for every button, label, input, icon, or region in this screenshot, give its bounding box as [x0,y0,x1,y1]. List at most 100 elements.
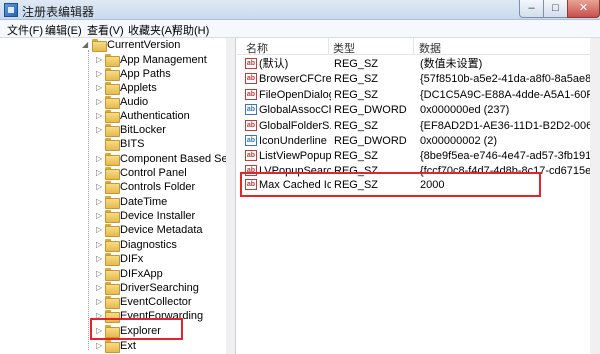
registry-editor-window: 注册表编辑器 – □ ✕ 文件(F) 编辑(E) 查看(V) 收藏夹(A) 帮助… [0,0,600,354]
tree-item-datetime[interactable]: ▷ DateTime [0,195,226,210]
tree-item-label: DateTime [120,196,168,208]
tree-item-control-panel[interactable]: ▷ Control Panel [0,166,226,181]
menu-bar: 文件(F) 编辑(E) 查看(V) 收藏夹(A) 帮助(H) [0,20,600,38]
maximize-button[interactable]: □ [543,0,568,18]
tree-collapsed-arrow-icon[interactable]: ▷ [96,283,102,292]
tree-collapsed-arrow-icon[interactable]: ▷ [96,211,102,220]
column-divider[interactable] [328,38,329,55]
tree-collapsed-arrow-icon[interactable]: ▷ [96,111,102,120]
column-divider[interactable] [413,38,414,55]
value-data: {57f8510b-a5e2-41da-a8f0-8a5ae85dfffd} [420,73,592,85]
tree-item-bitlocker[interactable]: ▷ BitLocker [0,123,226,138]
tree-collapsed-arrow-icon[interactable]: ▷ [96,154,102,163]
folder-icon [105,196,120,209]
column-header-name[interactable]: 名称 [246,40,268,56]
column-header-data[interactable]: 数据 [419,40,441,56]
tree-item-label: DriverSearching [120,282,199,294]
tree-item-label: BitLocker [120,124,166,136]
value-row[interactable]: ab GlobalFolderS... REG_SZ {EF8AD2D1-AE3… [237,118,600,134]
menu-edit[interactable]: 编辑(E) [45,22,82,38]
tree-collapsed-arrow-icon[interactable]: ▷ [96,297,102,306]
tree-item-controls-folder[interactable]: ▷ Controls Folder [0,180,226,195]
value-row[interactable]: ab GlobalAssocCh... REG_DWORD 0x000000ed… [237,102,600,118]
value-type: REG_SZ [334,89,379,101]
folder-icon [105,68,120,81]
menu-file[interactable]: 文件(F) [7,22,43,38]
tree-collapsed-arrow-icon[interactable]: ▷ [96,254,102,263]
value-name: FileOpenDialog [259,89,331,101]
tree-collapsed-arrow-icon[interactable]: ▷ [96,240,102,249]
folder-icon [105,153,120,166]
tree-collapsed-arrow-icon[interactable]: ▷ [96,69,102,78]
tree-item-label: Applets [120,82,157,94]
tree-item-difxapp[interactable]: ▷ DIFxApp [0,267,226,282]
tree-item-label: Authentication [120,110,190,122]
menu-favorites[interactable]: 收藏夹(A) [128,22,176,38]
binary-value-icon: ab [245,135,257,146]
folder-icon [105,138,120,151]
regedit-app-icon [4,3,18,17]
value-data: {EF8AD2D1-AE36-11D1-B2D2-006097DF8C11} [420,120,592,132]
tree-item-device-installer[interactable]: ▷ Device Installer [0,209,226,224]
tree-collapsed-arrow-icon[interactable]: ▷ [96,182,102,191]
folder-open-icon [92,39,107,52]
tree-item-label: Device Metadata [120,224,203,236]
tree-item-eventcollector[interactable]: ▷ EventCollector [0,295,226,310]
tree-item-driversearching[interactable]: ▷ DriverSearching [0,281,226,296]
tree-collapsed-arrow-icon[interactable]: ▷ [96,341,102,350]
tree-collapsed-arrow-icon[interactable]: ▷ [96,55,102,64]
menu-view[interactable]: 查看(V) [87,22,124,38]
value-type: REG_SZ [334,73,379,85]
tree-collapsed-arrow-icon[interactable]: ▷ [96,83,102,92]
tree-item-app-management[interactable]: ▷ App Management [0,53,226,68]
string-value-icon: ab [245,73,257,84]
value-type: REG_DWORD [334,135,407,147]
value-row[interactable]: ab ListViewPopup... REG_SZ {8be9f5ea-e74… [237,148,600,164]
value-name: BrowserCFCre... [259,73,331,85]
folder-icon [105,124,120,137]
tree-item-currentversion[interactable]: ◢ CurrentVersion [0,38,226,53]
value-data: 0x000000ed (237) [420,104,510,116]
value-row[interactable]: ab BrowserCFCre... REG_SZ {57f8510b-a5e2… [237,71,600,87]
menu-help[interactable]: 帮助(H) [172,22,209,38]
window-title: 注册表编辑器 [22,5,95,19]
tree-item-app-paths[interactable]: ▷ App Paths [0,67,226,82]
tree-collapsed-arrow-icon[interactable]: ▷ [96,168,102,177]
value-name: (默认) [259,58,289,70]
tree-item-diagnostics[interactable]: ▷ Diagnostics [0,238,226,253]
tree-item-difx[interactable]: ▷ DIFx [0,252,226,267]
tree-collapsed-arrow-icon[interactable]: ▷ [96,225,102,234]
tree-collapsed-arrow-icon[interactable]: ▷ [96,269,102,278]
column-header-type[interactable]: 类型 [333,40,355,56]
tree-item-component-based-servicing[interactable]: ▷ Component Based Servic [0,152,235,167]
tree-item-audio[interactable]: ▷ Audio [0,95,226,110]
value-row[interactable]: ab IconUnderline REG_DWORD 0x00000002 (2… [237,133,600,149]
tree-item-label: Audio [120,96,149,108]
tree-item-label: Ext [120,340,136,352]
list-vertical-scrollbar[interactable] [590,38,600,354]
value-row[interactable]: ab FileOpenDialog REG_SZ {DC1C5A9C-E88A-… [237,87,600,103]
minimize-button[interactable]: – [519,0,544,18]
value-data: (数值未设置) [420,58,483,70]
tree-item-ext[interactable]: ▷ Ext [0,339,226,354]
tree-vertical-scrollbar[interactable] [226,38,235,354]
tree-collapsed-arrow-icon[interactable]: ▷ [96,125,102,134]
registry-key-tree[interactable]: ◢ CurrentVersion ▷ App Management ▷ App … [0,38,236,354]
value-row[interactable]: ab (默认) REG_SZ (数值未设置) [237,56,600,72]
tree-item-authentication[interactable]: ▷ Authentication [0,109,226,124]
highlight-max-cached-icons-row [240,172,541,197]
value-name: GlobalFolderS... [259,120,331,132]
string-value-icon: ab [245,89,257,100]
value-type: REG_SZ [334,120,379,132]
tree-item-label: Controls Folder [120,181,196,193]
tree-collapsed-arrow-icon[interactable]: ▷ [96,97,102,106]
tree-item-applets[interactable]: ▷ Applets [0,81,226,96]
tree-item-bits[interactable]: BITS [0,137,226,152]
folder-icon [105,82,120,95]
folder-icon [105,282,120,295]
close-button[interactable]: ✕ [567,0,600,18]
tree-expanded-arrow-icon[interactable]: ◢ [82,40,88,49]
tree-item-device-metadata[interactable]: ▷ Device Metadata [0,223,226,238]
tree-collapsed-arrow-icon[interactable]: ▷ [96,197,102,206]
folder-icon [105,340,120,353]
